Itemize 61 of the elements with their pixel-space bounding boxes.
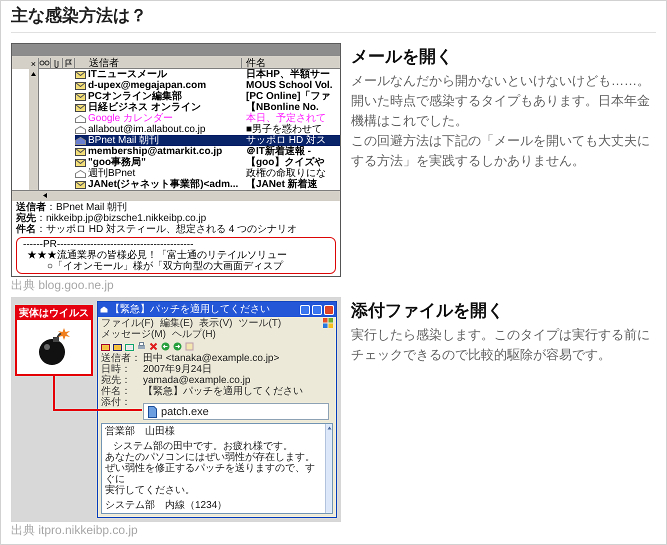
sender-cell[interactable]: 週刊BPnet [87, 168, 136, 179]
source-caption: 出典 blog.goo.ne.jp [11, 278, 115, 293]
ad-text: ★★★流通業界の皆様必見！「富士通のリテイルソリュー [26, 250, 288, 261]
sender-cell[interactable]: 日経ビジネス オンライン [87, 102, 201, 113]
sender-cell[interactable]: d-upex@megajapan.com [87, 80, 206, 91]
sender-cell[interactable]: allabout@im.allabout.co.jp [87, 124, 206, 135]
menu-item[interactable]: 表示(V) [199, 318, 232, 329]
subject-cell[interactable]: 日本HP、半額サー [246, 69, 330, 80]
field-label: 添付： [101, 397, 132, 410]
menu-item[interactable]: 編集(E) [160, 318, 194, 329]
column-header[interactable]: 送信者 [75, 58, 242, 68]
menu-item[interactable]: ヘルプ(H) [172, 329, 216, 340]
subject-cell[interactable]: サッポロ HD 対ス [246, 135, 326, 146]
header-line: 送信者：BPnet Mail 朝刊 [16, 202, 128, 213]
attachment[interactable]: patch.exe [143, 403, 329, 420]
field-value: 2007年9月24日 [143, 364, 213, 375]
field-value: yamada@example.co.jp [143, 375, 252, 386]
sender-cell[interactable]: JANet(ジャネット事業部)<adm... [87, 179, 238, 190]
source-caption: 出典 itpro.nikkeibp.co.jp [11, 523, 139, 538]
subject-cell[interactable]: 【NBonline No. [246, 102, 319, 113]
body-text: ぜい弱性を修正するパッチを送りますので、すぐに [105, 463, 316, 485]
paragraph: メールなんだから開かないといけないけども……。開いた時点で感染するタイプもあります。日本年金機構はこれでした。 [351, 72, 651, 130]
sender-cell[interactable]: "goo事務局" [87, 157, 146, 168]
sender-cell: BPnet Mail 朝刊 [87, 135, 160, 146]
subject-cell[interactable]: 政権の命取りにな [246, 168, 326, 179]
ad-text: ------PR----------------------------------------- [23, 239, 194, 250]
paragraph: この回避方法は下記の「メールを開いても大丈夫にする方法」を実践するしかありません。 [351, 132, 651, 170]
body-text: システム部の田中です。お疲れ様です。 [112, 441, 294, 452]
subject-cell[interactable]: [PC Online]「ファ [246, 91, 330, 102]
body-text: あなたのパソコンにはぜい弱性が存在します。 [105, 452, 316, 463]
field-label: 件名： [101, 386, 132, 397]
section-heading: 添付ファイルを開く [351, 300, 505, 322]
signature-text: システム部 内線（1234） [105, 500, 228, 511]
sender-cell[interactable]: membership@atmarkit.co.jp [87, 146, 222, 157]
subject-cell[interactable]: 【goo】クイズや [246, 157, 324, 168]
sender-cell[interactable]: PCオンライン編集部 [87, 91, 182, 102]
body-text: 実行してください。 [105, 485, 196, 496]
menu-item[interactable]: ファイル(F) [101, 318, 154, 329]
field-value: 【緊急】パッチを適用してください [143, 386, 304, 397]
subject-cell[interactable]: 【JANet 新着速 [246, 179, 318, 190]
card-title: 実体はウイルス [17, 307, 91, 320]
window-title: 【緊急】パッチを適用してください [110, 304, 271, 316]
field-label: 送信者： [101, 353, 142, 364]
header-line: 宛先：nikkeibp.jp@bizsche1.nikkeibp.co.jp [16, 213, 208, 224]
sender-cell[interactable]: ITニュースメール [87, 69, 167, 80]
greeting-text: 営業部 山田様 [105, 426, 176, 437]
subject-cell[interactable]: ＠IT新着速報 - [246, 146, 311, 157]
section-heading: メールを開く [351, 46, 454, 68]
field-label: 宛先： [101, 375, 132, 386]
header-line: 件名：サッポロ HD 対スティール、想定される 4 つのシナリオ [16, 224, 298, 235]
ad-text: ○「イオンモール」様が「双方向型の大画面ディスプ [46, 261, 284, 272]
subject-cell[interactable]: ■男子を惑わせて [246, 124, 322, 135]
field-label: 日時： [101, 364, 132, 375]
field-value: 田中 <tanaka@example.co.jp> [143, 353, 280, 364]
column-header[interactable]: 件名 [242, 58, 340, 68]
paragraph: 実行したら感染します。このタイプは実行する前にチェックできるので比較的駆除が容易です。 [351, 326, 651, 364]
menu-item[interactable]: ツール(T) [238, 318, 282, 329]
menu-item[interactable]: メッセージ(M) [101, 329, 166, 340]
close-button[interactable]: × [30, 58, 36, 68]
page-title: 主な感染方法は？ [11, 3, 656, 33]
subject-cell[interactable]: MOUS School Vol. [246, 80, 332, 91]
